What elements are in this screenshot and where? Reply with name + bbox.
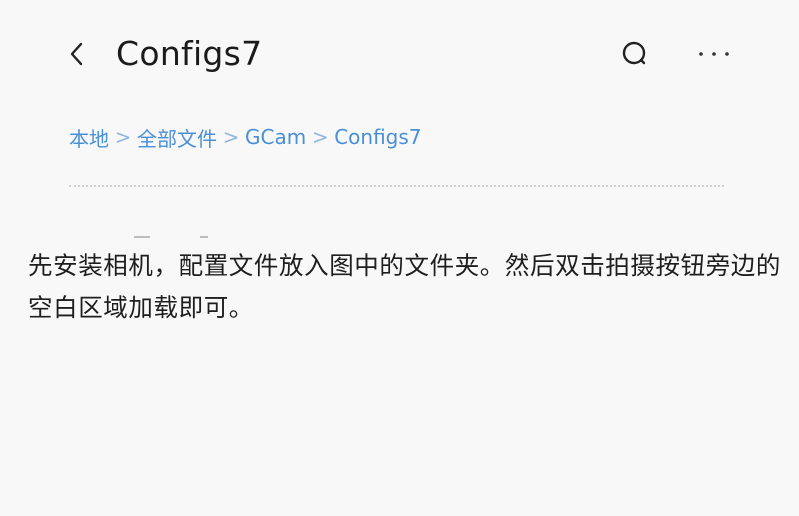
more-horizontal-icon (699, 52, 729, 56)
breadcrumb-item-configs7[interactable]: Configs7 (334, 125, 421, 149)
breadcrumb-separator: > (114, 125, 132, 149)
search-button[interactable] (614, 34, 658, 74)
search-icon (622, 41, 646, 65)
top-app-bar: Configs7 (0, 0, 799, 110)
chevron-left-icon (70, 42, 83, 66)
more-options-button[interactable] (690, 34, 740, 74)
instruction-text: 先安装相机，配置文件放入图中的文件夹。然后双击拍摄按钮旁边的空白区域加载即可。 (28, 251, 781, 322)
breadcrumb-item-local[interactable]: 本地 (69, 123, 109, 152)
file-browser-page: Configs7 本地 > 全部文件 > GCam > Configs7 先安装… (0, 0, 799, 516)
breadcrumb-separator: > (222, 125, 240, 149)
page-title: Configs7 (116, 34, 263, 73)
breadcrumb-separator: > (311, 125, 329, 149)
breadcrumb: 本地 > 全部文件 > GCam > Configs7 (69, 122, 422, 152)
back-button[interactable] (56, 34, 96, 74)
breadcrumb-divider (69, 185, 724, 187)
partial-overlay-marks (134, 236, 208, 238)
breadcrumb-item-gcam[interactable]: GCam (245, 125, 306, 149)
breadcrumb-item-all-files[interactable]: 全部文件 (137, 123, 217, 152)
